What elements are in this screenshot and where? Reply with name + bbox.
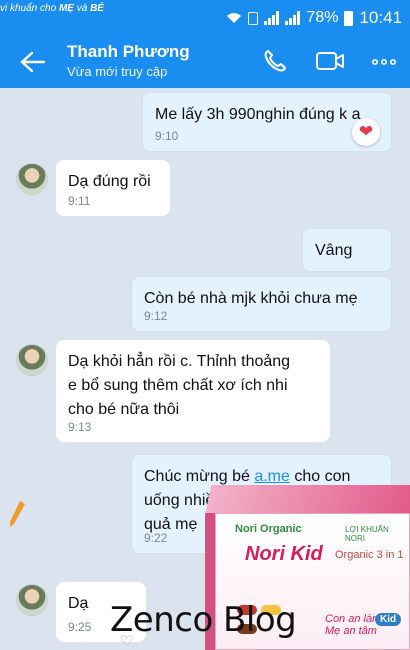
contact-avatar[interactable] (16, 344, 48, 376)
message-link[interactable]: a.me (254, 468, 290, 485)
message-text-part: cho con (289, 468, 351, 485)
promo-text-baby: BÉ (90, 3, 104, 14)
pencil-sticker-icon (10, 501, 25, 527)
heart-reaction-icon[interactable]: ❤ (352, 118, 380, 146)
product-kid-badge: Kid (375, 613, 402, 626)
product-box-top (205, 485, 410, 515)
message-text: Me lấy 3h 990nghin đúng k a (155, 106, 361, 123)
contact-avatar[interactable] (16, 163, 48, 195)
product-slogan-line: Mẹ an tâm (325, 625, 377, 637)
message-bubble-incoming[interactable]: Dạ đúng rồi 9:11 (56, 160, 170, 216)
message-line: e bổ sung thêm chất xơ ích nhi (68, 377, 288, 394)
battery-icon (344, 10, 354, 26)
chat-header: Thanh Phương Vừa mới truy cập (0, 36, 410, 88)
contact-status: Vừa mới truy cập (67, 64, 168, 79)
promo-text-mother: MẸ (58, 3, 74, 14)
clock: 10:41 (359, 8, 402, 27)
message-line: Dạ khỏi hẳn rồi c. Thỉnh thoảng (68, 353, 291, 370)
message-text: Còn bé nhà mjk khỏi chưa mẹ (144, 290, 358, 307)
message-line: cho bé nữa thôi (68, 401, 180, 418)
message-time: 9:12 (144, 309, 168, 323)
wifi-icon (227, 13, 242, 23)
signal-icon (264, 11, 280, 25)
message-text: Vâng (315, 242, 353, 259)
product-subtitle: Organic 3 in 1 (335, 549, 404, 561)
message-bubble-outgoing[interactable]: Còn bé nhà mjk khỏi chưa mẹ 9:12 (131, 276, 392, 332)
message-time: 9:10 (155, 129, 179, 143)
phone-icon[interactable] (262, 48, 288, 74)
battery-percent: 78% (306, 9, 339, 26)
contact-avatar[interactable] (16, 584, 48, 616)
signal-icon-2 (285, 11, 301, 25)
promo-text-prefix: vi khuẩn cho (0, 3, 59, 14)
message-text-part: Chúc mừng bé (144, 468, 255, 485)
message-time: 9:11 (68, 194, 91, 208)
product-title: Nori Kid (245, 543, 323, 565)
heart-glyph: ❤ (358, 122, 374, 141)
video-camera-icon[interactable] (315, 49, 345, 73)
sim-icon (248, 11, 259, 25)
status-icons: 78% 10:41 (226, 8, 402, 28)
message-time: 9:25 (68, 620, 92, 634)
message-text: Dạ đúng rồi (68, 173, 151, 190)
promo-caption: vi khuẩn cho MẸ và BÉ (0, 3, 104, 14)
message-bubble-outgoing[interactable]: Vâng (302, 228, 392, 272)
product-brand: Nori Organic (235, 523, 302, 535)
product-tag: LỢI KHUẨN NORI (345, 525, 389, 543)
watermark-text: Zenco Blog (110, 600, 297, 640)
back-arrow-icon[interactable] (18, 50, 46, 74)
promo-text-mid: và (73, 3, 91, 14)
message-time: 9:13 (68, 420, 92, 434)
more-dots-icon[interactable] (372, 58, 396, 66)
message-bubble-incoming[interactable]: Dạ khỏi hẳn rồi c. Thỉnh thoảng e bổ sun… (56, 340, 330, 442)
message-time: 9:22 (144, 531, 168, 545)
contact-name[interactable]: Thanh Phương (67, 42, 190, 62)
